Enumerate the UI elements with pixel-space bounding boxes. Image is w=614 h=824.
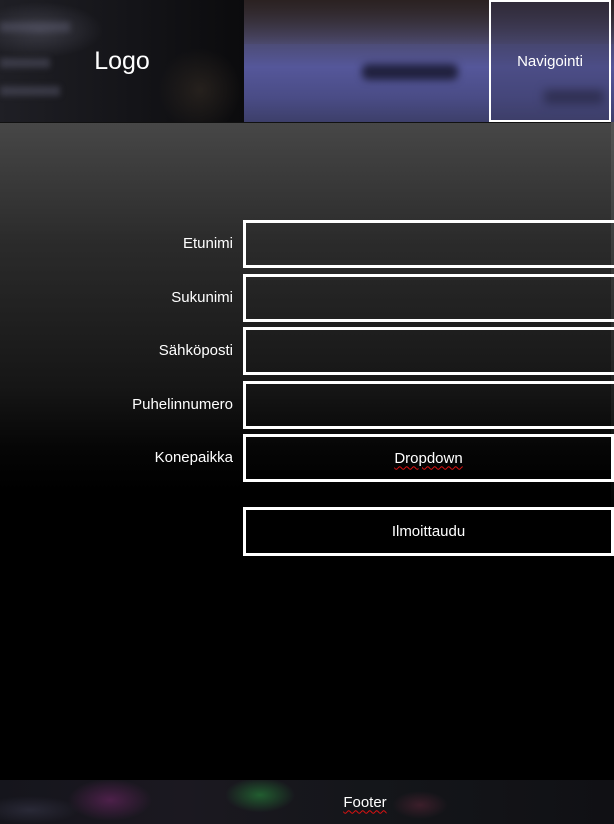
form-row-phone: Puhelinnumero [0, 381, 614, 429]
form-row-last-name: Sukunimi [0, 274, 614, 322]
email-field[interactable] [243, 327, 614, 375]
form-row-email: Sähköposti [0, 327, 614, 375]
first-name-label: Etunimi [182, 235, 233, 252]
footer-text-wrap: Footer [0, 780, 614, 824]
header: Logo Navigointi [0, 0, 614, 122]
navigation-button[interactable]: Navigointi [489, 0, 611, 122]
first-name-field[interactable] [243, 220, 614, 268]
footer: Footer [0, 780, 614, 824]
phone-field[interactable] [243, 381, 614, 429]
background-blur [362, 64, 458, 80]
workstation-label: Konepaikka [154, 449, 233, 466]
logo[interactable]: Logo [0, 0, 244, 122]
footer-text: Footer [343, 793, 387, 811]
email-label: Sähköposti [158, 342, 233, 359]
form-row-workstation: Konepaikka Dropdown [0, 434, 614, 482]
form-row-first-name: Etunimi [0, 220, 614, 268]
last-name-label: Sukunimi [171, 289, 233, 306]
last-name-field[interactable] [243, 274, 614, 322]
register-button[interactable]: Ilmoittaudu [243, 507, 614, 556]
workstation-dropdown[interactable]: Dropdown [243, 434, 614, 482]
phone-label: Puhelinnumero [132, 396, 233, 413]
dropdown-selected-value: Dropdown [394, 449, 463, 467]
page: Logo Navigointi Etunimi Sukunimi Sähköpo… [0, 0, 614, 824]
register-button-label: Ilmoittaudu [391, 523, 466, 540]
